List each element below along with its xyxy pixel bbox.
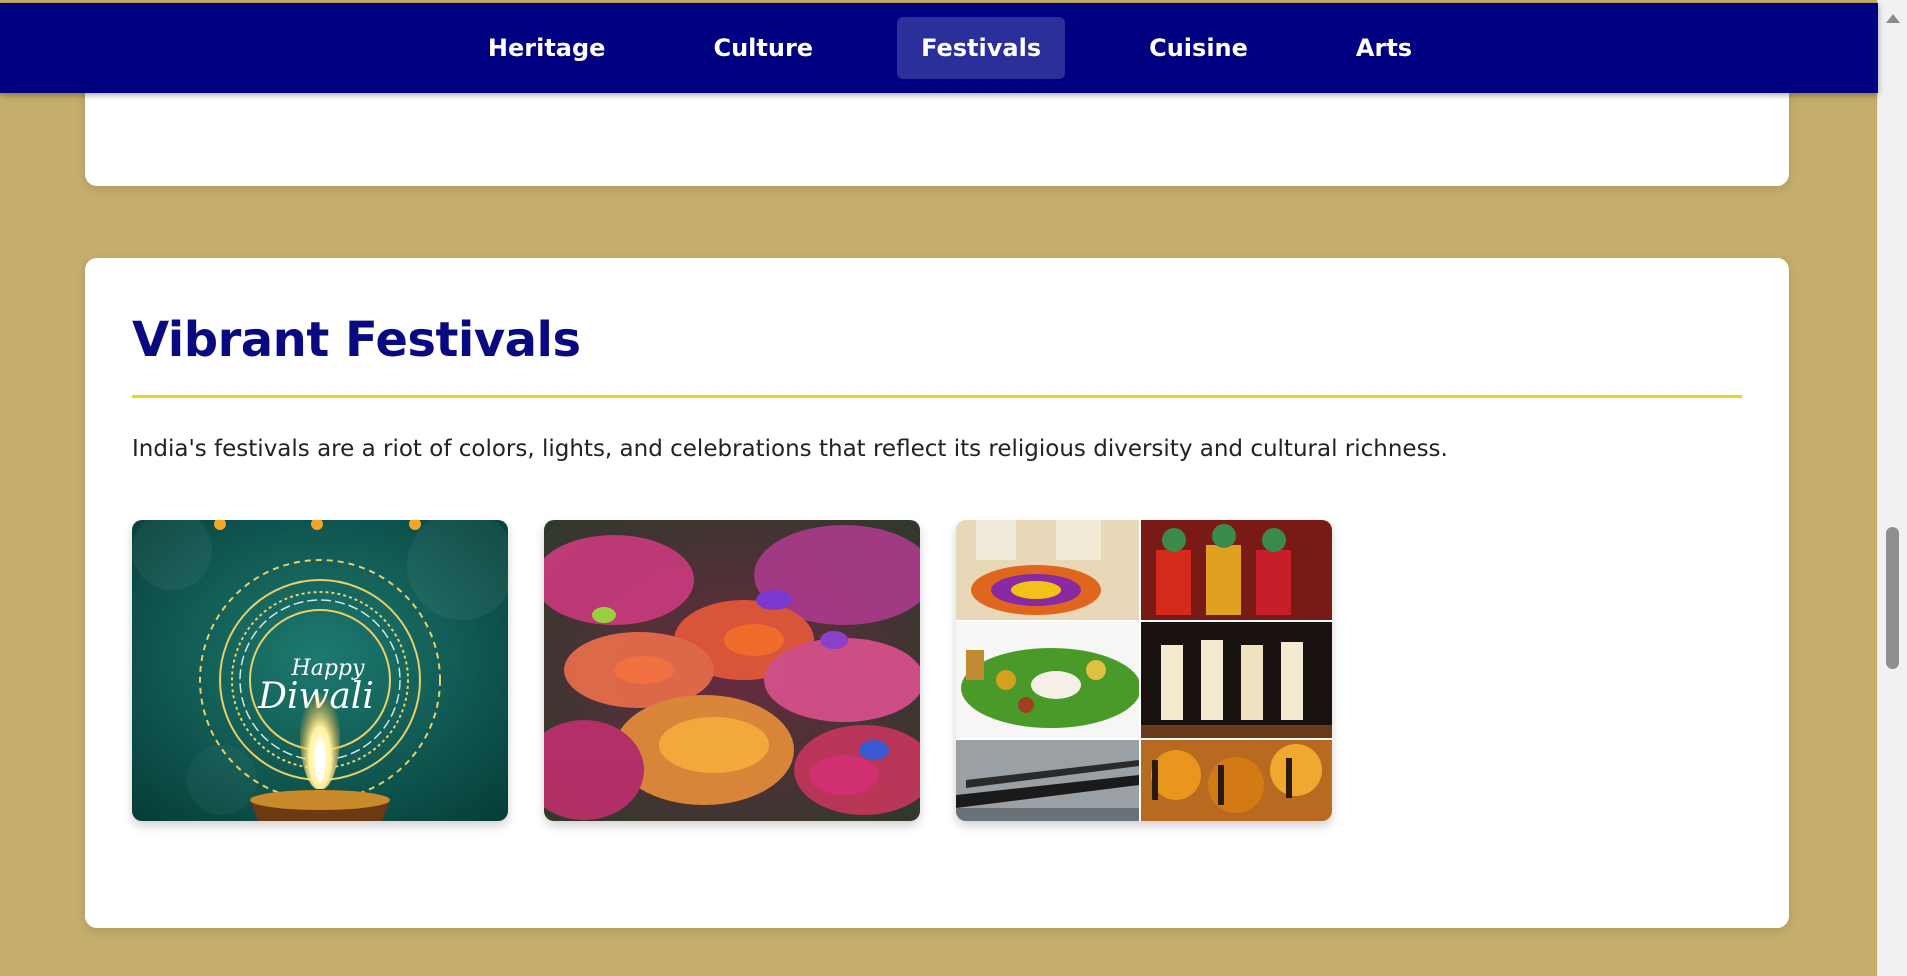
title-underline	[132, 395, 1742, 398]
nav-item-festivals[interactable]: Festivals	[897, 17, 1066, 79]
festivals-section-card: Vibrant Festivals India's festivals are …	[85, 258, 1789, 928]
section-title: Vibrant Festivals	[132, 312, 581, 368]
diwali-image[interactable]: Happy Diwali	[132, 520, 508, 821]
nav-item-heritage[interactable]: Heritage	[464, 17, 630, 79]
nav-item-cuisine[interactable]: Cuisine	[1125, 17, 1272, 79]
vertical-scrollbar[interactable]	[1877, 0, 1907, 976]
nav-item-culture[interactable]: Culture	[689, 17, 837, 79]
onam-collage-image[interactable]	[956, 520, 1332, 821]
festival-gallery: Happy Diwali	[132, 520, 1332, 821]
nav-item-arts[interactable]: Arts	[1332, 17, 1436, 79]
scroll-up-arrow-icon[interactable]	[1886, 14, 1900, 23]
holi-image[interactable]	[544, 520, 920, 821]
main-nav: Heritage Culture Festivals Cuisine Arts	[434, 17, 1466, 79]
section-intro: India's festivals are a riot of colors, …	[132, 436, 1448, 462]
top-navigation-bar: Heritage Culture Festivals Cuisine Arts	[0, 3, 1878, 93]
scrollbar-thumb[interactable]	[1886, 527, 1899, 669]
